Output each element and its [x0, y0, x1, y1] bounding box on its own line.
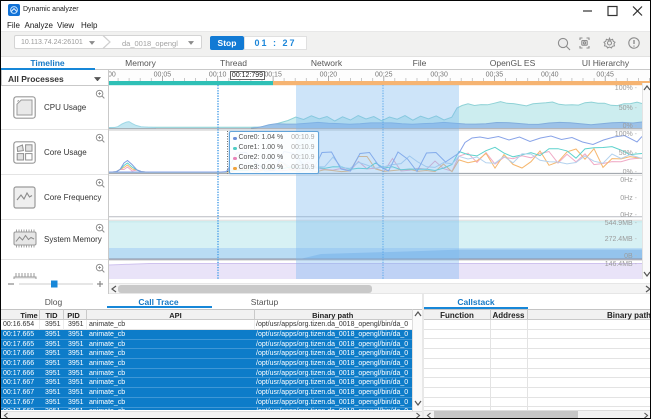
svg-text:00:25: 00:25	[375, 72, 393, 79]
svg-text:00:05: 00:05	[154, 72, 172, 79]
svg-text:00:10: 00:10	[209, 72, 227, 79]
svg-text:00:20: 00:20	[320, 72, 338, 79]
svg-text:00:15: 00:15	[264, 72, 282, 79]
svg-text:00:35: 00:35	[486, 72, 504, 79]
svg-text:00:00: 00:00	[109, 72, 116, 79]
svg-text:00:40: 00:40	[541, 72, 559, 79]
svg-text:00:30: 00:30	[430, 72, 448, 79]
svg-text:00:45: 00:45	[596, 72, 614, 79]
